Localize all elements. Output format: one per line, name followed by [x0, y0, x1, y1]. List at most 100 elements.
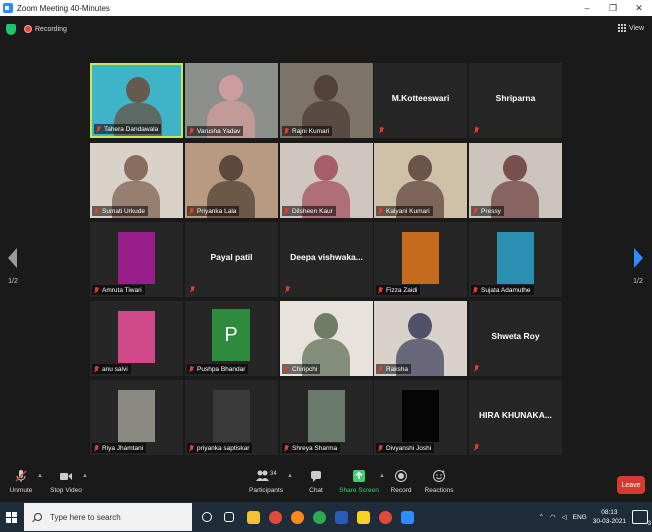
- participant-tile[interactable]: P Pushpa Bhandar: [185, 301, 278, 376]
- participant-label: priyanka saptiskar: [187, 443, 253, 453]
- participant-tile[interactable]: Rajni Kumari: [280, 63, 373, 138]
- muted-mic-icon: [378, 365, 383, 373]
- muted-mic-icon: [94, 286, 99, 294]
- reactions-button[interactable]: + Reactions: [414, 469, 464, 494]
- volume-icon[interactable]: ◁: [562, 513, 567, 521]
- participant-name: Payal patil: [210, 252, 253, 262]
- prev-page-arrow-icon[interactable]: [8, 248, 17, 268]
- muted-mic-icon: [473, 286, 478, 294]
- reactions-smiley-icon: +: [414, 469, 464, 483]
- participant-tile[interactable]: Amruta Tiwari: [90, 222, 183, 297]
- participant-tile[interactable]: Kalyani Kumari: [374, 143, 467, 218]
- muted-mic-icon: [378, 207, 383, 215]
- participant-name: anu salvi: [102, 365, 128, 373]
- participant-tile[interactable]: Pressy: [469, 143, 562, 218]
- participant-label: Divyanshi Joshi: [376, 443, 435, 453]
- muted-mic-icon: [474, 127, 479, 134]
- word-icon[interactable]: [335, 510, 348, 524]
- chrome-2-icon[interactable]: [379, 510, 392, 524]
- video-options-caret-icon[interactable]: ▲: [82, 473, 88, 479]
- muted-mic-icon: [284, 207, 289, 215]
- language-indicator[interactable]: ENG: [573, 514, 587, 521]
- participant-tile[interactable]: Shreya Sharma: [280, 380, 373, 455]
- zoom-icon[interactable]: [401, 510, 414, 524]
- start-button[interactable]: [0, 502, 22, 532]
- muted-mic-icon: [284, 444, 289, 452]
- participant-name: Varusha Yadav: [197, 127, 241, 135]
- tray-chevron-icon[interactable]: ⌃: [539, 513, 544, 521]
- participant-tile[interactable]: Tahera Dandawala: [90, 63, 183, 138]
- participant-tile[interactable]: Sumati Urkude: [90, 143, 183, 218]
- participant-name: Chiripchi: [292, 365, 318, 373]
- participant-name: Priyanka Lala: [197, 207, 237, 215]
- participant-tile[interactable]: Divyanshi Joshi: [374, 380, 467, 455]
- participant-label: Priyanka Lala: [187, 206, 240, 216]
- muted-mic-icon: [96, 125, 101, 133]
- participant-tile[interactable]: Raksha: [374, 301, 467, 376]
- view-button[interactable]: View: [617, 24, 644, 32]
- security-shield-icon[interactable]: [6, 23, 16, 35]
- participant-name: Shreya Sharma: [292, 444, 338, 452]
- leave-button[interactable]: Leave: [617, 476, 645, 494]
- participant-label: Fizza Zaidi: [376, 285, 421, 295]
- participant-name: HIRA KHUNAKA...: [479, 410, 552, 420]
- participant-tile[interactable]: priyanka saptiskar: [185, 380, 278, 455]
- participant-tile[interactable]: Varusha Yadav: [185, 63, 278, 138]
- participant-tile[interactable]: Priyanka Lala: [185, 143, 278, 218]
- participant-tile[interactable]: anu salvi: [90, 301, 183, 376]
- participant-name: Shriparna: [495, 93, 536, 103]
- cortana-icon[interactable]: [202, 512, 212, 522]
- participant-tile[interactable]: M.Kotteeswari: [374, 63, 467, 138]
- chat-label: Chat: [309, 487, 323, 494]
- participant-tile[interactable]: Shweta Roy: [469, 301, 562, 376]
- firefox-icon[interactable]: [291, 510, 304, 524]
- participant-tile[interactable]: Payal patil: [185, 222, 278, 297]
- recording-indicator[interactable]: Recording: [24, 25, 67, 33]
- network-icon[interactable]: ◠: [550, 513, 556, 521]
- taskbar-clock[interactable]: 08:13 30-03-2021: [593, 508, 626, 526]
- participant-name: Fizza Zaidi: [386, 286, 418, 294]
- maximize-button[interactable]: ❐: [600, 3, 626, 14]
- sticky-notes-icon[interactable]: [357, 510, 370, 524]
- next-page-arrow-icon[interactable]: [634, 248, 643, 268]
- muted-mic-icon: [190, 286, 195, 293]
- participant-label: Pressy: [471, 206, 504, 216]
- participant-name: Pressy: [481, 207, 501, 215]
- zoom-logo-icon: [3, 3, 13, 13]
- clock-time: 08:13: [601, 509, 618, 516]
- participant-name: Sumati Urkude: [102, 207, 145, 215]
- taskbar-search-box[interactable]: Type here to search: [24, 503, 192, 531]
- muted-mic-icon: [474, 365, 479, 372]
- minimize-button[interactable]: –: [574, 3, 600, 13]
- notification-icon[interactable]: 3: [632, 510, 651, 527]
- participant-label: Dilsheen Kaur: [282, 206, 336, 216]
- muted-mic-icon: [189, 207, 194, 215]
- participant-label: Pushpa Bhandar: [187, 364, 249, 374]
- chrome-icon[interactable]: [269, 510, 282, 524]
- muted-mic-icon: [378, 444, 383, 452]
- stop-video-label: Stop Video: [50, 487, 82, 494]
- participant-tile[interactable]: Chiripchi: [280, 301, 373, 376]
- recording-label: Recording: [35, 25, 67, 33]
- search-icon: [34, 513, 42, 521]
- muted-mic-icon: [94, 365, 99, 373]
- participants-icon: 34: [241, 469, 291, 483]
- participant-tile[interactable]: Dilsheen Kaur: [280, 143, 373, 218]
- participant-tile[interactable]: Fizza Zaidi: [374, 222, 467, 297]
- participant-tile[interactable]: Deepa vishwaka...: [280, 222, 373, 297]
- chrome-badge-icon[interactable]: [313, 510, 326, 524]
- share-screen-label: Share Screen: [339, 487, 379, 494]
- grid-view-icon: [617, 24, 626, 32]
- participant-tile[interactable]: Shriparna: [469, 63, 562, 138]
- participant-tile[interactable]: HIRA KHUNAKA...: [469, 380, 562, 455]
- participant-name: M.Kotteeswari: [391, 93, 450, 103]
- participants-button[interactable]: 34 Participants: [241, 469, 291, 494]
- file-explorer-icon[interactable]: [247, 510, 260, 524]
- participant-tile[interactable]: Riya Jhamtani: [90, 380, 183, 455]
- task-view-icon[interactable]: [224, 512, 234, 522]
- avatar: P: [212, 309, 250, 361]
- participant-name: Tahera Dandawala: [104, 125, 159, 133]
- participant-tile[interactable]: Sujata Adamuthe: [469, 222, 562, 297]
- meeting-area: Recording View 1/2 1/2 Tahera Dandawala V…: [0, 16, 652, 465]
- close-button[interactable]: ✕: [626, 3, 652, 14]
